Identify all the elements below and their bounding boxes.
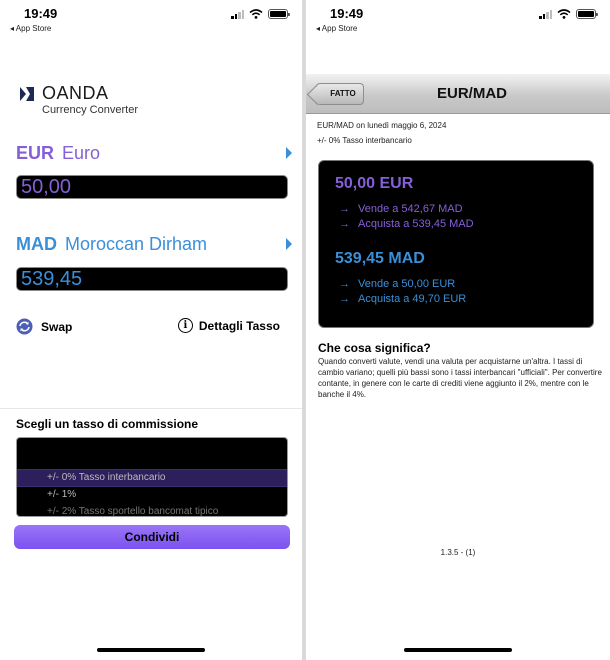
- from-currency-selector[interactable]: EUR Euro: [16, 143, 292, 164]
- back-to-app-store-link[interactable]: ◂ App Store: [316, 24, 357, 33]
- arrow-right-icon: →: [339, 203, 350, 215]
- meaning-heading: Che cosa significa?: [318, 341, 431, 355]
- signal-icon: [231, 9, 244, 19]
- commission-option[interactable]: +/- 0% Tasso interbancario: [47, 472, 166, 483]
- to-buy-rate: → Acquista a 49,70 EUR: [339, 293, 466, 305]
- from-sell-text: Vende a 542,67 MAD: [358, 203, 463, 215]
- commission-title: Scegli un tasso di commissione: [16, 417, 199, 431]
- status-time: 19:49: [24, 6, 58, 21]
- from-amount: 50,00 EUR: [335, 175, 414, 192]
- disclosure-arrow-icon: [286, 147, 292, 159]
- conversion-result-box: 50,00 EUR → Vende a 542,67 MAD → Acquista …: [318, 160, 594, 328]
- meaning-paragraph: Quando converti valute, vendi una valuta…: [318, 357, 602, 399]
- rate-details-label: Dettagli Tasso: [198, 318, 280, 333]
- converter-screen: 19:49 ◂ App Store OANDA Currency Convert…: [0, 0, 302, 660]
- back-to-app-store-link[interactable]: ◂ App Store: [10, 24, 51, 33]
- from-sell-rate: → Vende a 542,67 MAD: [339, 203, 463, 215]
- status-time: 19:49: [330, 6, 364, 21]
- status-bar: 19:49 ◂ App Store: [0, 0, 302, 40]
- from-buy-rate: → Acquista a 539,45 MAD: [339, 218, 474, 230]
- share-button[interactable]: Condividi: [14, 525, 290, 549]
- home-indicator[interactable]: [404, 648, 512, 652]
- arrow-right-icon: →: [339, 218, 350, 230]
- swap-icon: [16, 318, 33, 335]
- commission-picker[interactable]: +/- 0% Tasso interbancario +/- 1% +/- 2%…: [16, 437, 288, 517]
- battery-icon: [576, 9, 598, 19]
- commission-option[interactable]: +/- 1%: [47, 489, 76, 500]
- page-title: EUR/MAD: [437, 85, 507, 102]
- app-version: 1.3.5 - (1): [440, 548, 476, 557]
- to-currency-selector[interactable]: MAD Moroccan Dirham: [16, 234, 292, 255]
- rate-date: EUR/MAD on lunedì maggio 6, 2024: [317, 121, 447, 130]
- from-currency-name: Euro: [62, 143, 101, 163]
- to-sell-text: Vende a 50,00 EUR: [358, 278, 456, 290]
- home-indicator[interactable]: [97, 648, 205, 652]
- from-amount-input[interactable]: 50,00: [16, 175, 288, 199]
- disclosure-arrow-icon: [286, 238, 292, 250]
- status-icons: [231, 9, 290, 19]
- to-sell-rate: → Vende a 50,00 EUR: [339, 278, 455, 290]
- rate-type: +/- 0% Tasso interbancario: [317, 136, 412, 145]
- commission-panel: Scegli un tasso di commissione +/- 0% Ta…: [0, 408, 302, 660]
- commission-option[interactable]: +/- 2% Tasso sportello bancomat tipico: [47, 506, 218, 516]
- rate-details-button[interactable]: i Dettagli Tasso: [177, 318, 280, 333]
- from-buy-text: Acquista a 539,45 MAD: [358, 218, 474, 230]
- status-bar: 19:49 ◂ App Store: [306, 0, 610, 40]
- wifi-icon: [557, 9, 571, 19]
- info-icon: i: [177, 318, 193, 333]
- oanda-logo-icon: [20, 87, 34, 101]
- brand-subtitle: Currency Converter: [42, 104, 138, 116]
- brand-name: OANDA: [42, 83, 109, 103]
- signal-icon: [539, 9, 552, 19]
- swap-label: Swap: [41, 319, 73, 334]
- rate-detail-screen: 19:49 ◂ App Store FATTO EUR/MAD EUR/MAD …: [306, 0, 610, 660]
- oanda-logo: OANDA Currency Converter: [18, 84, 138, 116]
- to-currency-code: MAD: [16, 234, 57, 254]
- to-buy-text: Acquista a 49,70 EUR: [358, 293, 467, 305]
- to-amount-input[interactable]: 539,45: [16, 267, 288, 291]
- status-icons: [539, 9, 598, 19]
- action-row: Swap i Dettagli Tasso: [16, 318, 288, 338]
- navigation-bar: FATTO EUR/MAD: [306, 74, 610, 114]
- swap-button[interactable]: Swap: [16, 318, 72, 335]
- arrow-right-icon: →: [339, 293, 350, 305]
- to-amount: 539,45 MAD: [335, 250, 425, 267]
- battery-icon: [268, 9, 290, 19]
- arrow-right-icon: →: [339, 278, 350, 290]
- wifi-icon: [249, 9, 263, 19]
- from-currency-code: EUR: [16, 143, 55, 163]
- to-currency-name: Moroccan Dirham: [65, 234, 208, 254]
